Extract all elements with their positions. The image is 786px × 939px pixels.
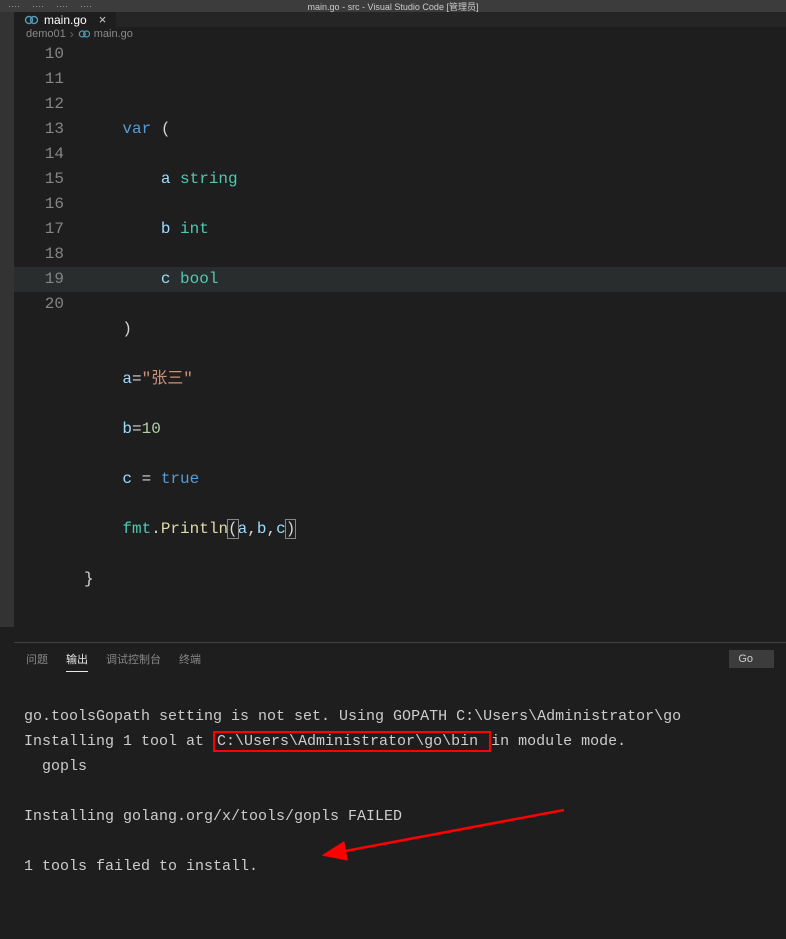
window-title: main.go - src - Visual Studio Code [管理员] xyxy=(308,0,479,13)
breadcrumb-folder[interactable]: demo01 xyxy=(26,28,66,40)
close-icon[interactable]: × xyxy=(99,12,107,27)
code-content[interactable]: var ( a string b int c bool ) a="张三" b=1… xyxy=(84,42,786,642)
tab-output[interactable]: 输出 xyxy=(66,647,88,672)
tab-bar: main.go × xyxy=(14,12,786,27)
tab-label: main.go xyxy=(44,13,87,27)
chevron-right-icon: › xyxy=(70,27,74,41)
activity-bar[interactable] xyxy=(0,12,14,627)
go-file-icon xyxy=(24,13,38,27)
breadcrumb-file[interactable]: main.go xyxy=(94,28,133,40)
output-line: 1 tools failed to install. xyxy=(24,858,258,875)
output-channel-select[interactable]: Go xyxy=(729,650,774,668)
tab-debug-console[interactable]: 调试控制台 xyxy=(106,647,161,671)
tab-main-go[interactable]: main.go × xyxy=(14,12,117,27)
output-line: go.toolsGopath setting is not set. Using… xyxy=(24,708,681,725)
menu-bar: ················ main.go - src - Visual … xyxy=(0,0,786,12)
go-file-icon xyxy=(78,28,90,40)
tab-terminal[interactable]: 终端 xyxy=(179,647,201,671)
output-line: gopls xyxy=(24,758,87,775)
breadcrumb[interactable]: demo01 › main.go xyxy=(14,27,786,42)
code-editor[interactable]: 10 11 12 13 14 15 16 17 18 19 20 var ( a… xyxy=(14,42,786,642)
output-line: Installing 1 tool at C:\Users\Administra… xyxy=(24,731,626,752)
line-number-gutter: 10 11 12 13 14 15 16 17 18 19 20 xyxy=(14,42,84,642)
output-content[interactable]: go.toolsGopath setting is not set. Using… xyxy=(14,675,786,939)
output-line: Installing golang.org/x/tools/gopls FAIL… xyxy=(24,808,402,825)
bottom-panel: 问题 输出 调试控制台 终端 Go go.toolsGopath setting… xyxy=(14,642,786,939)
tab-problems[interactable]: 问题 xyxy=(26,647,48,671)
panel-tab-bar: 问题 输出 调试控制台 终端 Go xyxy=(14,643,786,675)
highlighted-path: C:\Users\Administrator\go\bin xyxy=(213,731,491,752)
